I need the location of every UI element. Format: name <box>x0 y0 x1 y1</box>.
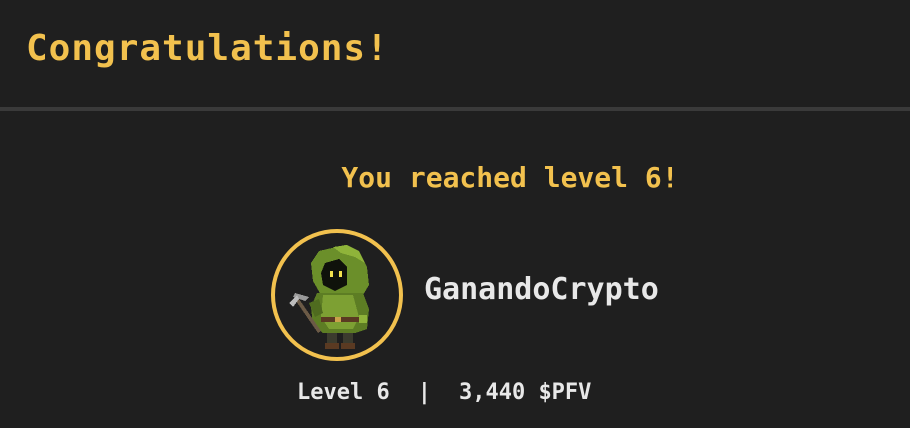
player-username: GanandoCrypto <box>424 272 659 307</box>
page-title: Congratulations! <box>26 28 389 69</box>
modal-header: Congratulations! <box>0 0 910 107</box>
hooded-goblin-miner-icon <box>289 245 369 349</box>
player-stats: Level 6 | 3,440 $PFV <box>297 380 591 405</box>
level-label: Level 6 <box>297 380 390 405</box>
stats-separator: | <box>417 380 431 405</box>
avatar <box>271 229 403 361</box>
level-up-message: You reached level 6! <box>341 161 679 194</box>
token-balance: 3,440 $PFV <box>458 380 592 405</box>
header-divider <box>0 107 910 111</box>
